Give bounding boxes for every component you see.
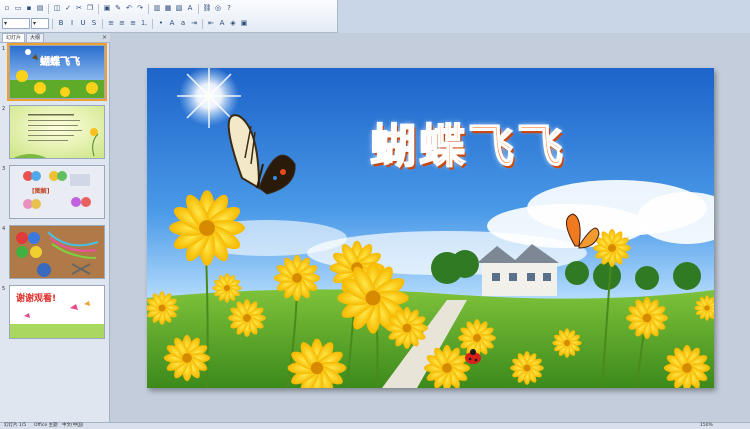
design-icon[interactable]: ◈ [228, 18, 238, 29]
status-zoom[interactable]: 150% [700, 423, 713, 429]
bold-icon[interactable]: B [56, 18, 66, 29]
tab-outline[interactable]: 大纲 [26, 33, 45, 42]
save-icon[interactable]: ▪ [24, 3, 34, 14]
toolbar-row-formatting: ▾ ▾ B I U S ≡ ≡ ≡ ⒈ • Aa ⇥ ⇤ A ◈ ▣ [2, 17, 249, 30]
toolbar-row-standard: ▫ ▭ ▪ ▤ ◫ ✓ ✂ ❐ ▣ ✎ ↶ ↷ ▥ ▦ ▧ A ⛓ ◎? [2, 2, 234, 15]
outdent-icon[interactable]: ⇤ [206, 18, 216, 29]
paste-icon[interactable]: ▣ [102, 3, 112, 14]
slide-number: 5 [2, 286, 6, 292]
slide-thumbnail-row-3[interactable]: 3 [图解] [0, 165, 110, 221]
zoom-icon[interactable]: ◎ [213, 3, 223, 14]
toolbar-separator [202, 18, 203, 29]
toolbar-area: ▫ ▭ ▪ ▤ ◫ ✓ ✂ ❐ ▣ ✎ ↶ ↷ ▥ ▦ ▧ A ⛓ ◎? ▾ ▾ B I U S ≡ ≡ ≡ ⒈ • Aa ⇥ ⇤ A ◈ ▣ [0, 0, 750, 33]
redo-icon[interactable]: ↷ [135, 3, 145, 14]
hyperlink-icon[interactable]: ⛓ [202, 3, 212, 14]
open-icon[interactable]: ▭ [13, 3, 23, 14]
toolbar-separator [102, 18, 103, 29]
slide-thumbnail-4[interactable] [9, 225, 105, 279]
status-slide-info: 幻灯片 1/5 [4, 423, 27, 428]
insert-chart-icon[interactable]: ▥ [152, 3, 162, 14]
print-icon[interactable]: ▤ [35, 3, 45, 14]
slide-thumbnail-row-2[interactable]: 2 [0, 105, 110, 161]
help-icon[interactable]: ? [224, 3, 234, 14]
italic-icon[interactable]: I [67, 18, 77, 29]
preview-icon[interactable]: ◫ [52, 3, 62, 14]
new-slide-icon[interactable]: ▣ [239, 18, 249, 29]
status-bar: 幻灯片 1/5 Office 主题 中文(中国) 150% [0, 422, 750, 429]
thumbnail-title: 谢谢观看! [16, 294, 57, 304]
increase-font-icon[interactable]: A [167, 18, 177, 29]
tab-slides[interactable]: 幻灯片 [2, 33, 26, 42]
wordart-icon[interactable]: A [185, 3, 195, 14]
toolbar-separator [148, 3, 149, 14]
underline-icon[interactable]: U [78, 18, 88, 29]
font-color-icon[interactable]: A [217, 18, 227, 29]
toolbar-separator [198, 3, 199, 14]
font-combo[interactable]: ▾ [31, 18, 49, 29]
bullets-icon[interactable]: • [156, 18, 166, 29]
slide-thumbnail-5[interactable]: 谢谢观看! [9, 285, 105, 339]
slide-number: 3 [2, 166, 6, 172]
slide-thumbnail-row-4[interactable]: 4 [0, 225, 110, 281]
align-left-icon[interactable]: ≡ [106, 18, 116, 29]
shadow-icon[interactable]: S [89, 18, 99, 29]
slide-number: 4 [2, 226, 6, 232]
status-theme: Office 主题 [34, 423, 58, 428]
slide-number: 1 [2, 46, 6, 52]
decrease-font-icon[interactable]: a [178, 18, 188, 29]
toolbar-separator [152, 18, 153, 29]
toolbar-separator [52, 18, 53, 29]
thumbnail-title: [图解] [32, 188, 50, 195]
toolbar-separator [48, 3, 49, 14]
undo-icon[interactable]: ↶ [124, 3, 134, 14]
format-painter-icon[interactable]: ✎ [113, 3, 123, 14]
insert-picture-icon[interactable]: ▧ [174, 3, 184, 14]
panel-tabs: 幻灯片 大纲 × [0, 33, 110, 43]
panel-close-icon[interactable]: × [102, 34, 107, 42]
insert-table-icon[interactable]: ▦ [163, 3, 173, 14]
status-language: 中文(中国) [62, 423, 84, 428]
slide-thumbnail-row-5[interactable]: 5 谢谢观看! [0, 285, 110, 341]
align-center-icon[interactable]: ≡ [117, 18, 127, 29]
toolbar: ▫ ▭ ▪ ▤ ◫ ✓ ✂ ❐ ▣ ✎ ↶ ↷ ▥ ▦ ▧ A ⛓ ◎? ▾ ▾ B I U S ≡ ≡ ≡ ⒈ • Aa ⇥ ⇤ A ◈ ▣ [0, 0, 338, 33]
slide-thumbnail-2[interactable] [9, 105, 105, 159]
slide-canvas[interactable]: 蝴蝶飞飞 [147, 68, 714, 388]
font-combo[interactable]: ▾ [2, 18, 30, 29]
cut-icon[interactable]: ✂ [74, 3, 84, 14]
new-icon[interactable]: ▫ [2, 3, 12, 14]
align-right-icon[interactable]: ≡ [128, 18, 138, 29]
toolbar-separator [98, 3, 99, 14]
slide-thumbnail-3[interactable]: [图解] [9, 165, 105, 219]
indent-icon[interactable]: ⇥ [189, 18, 199, 29]
numbering-icon[interactable]: ⒈ [139, 18, 149, 29]
slide-background-image [147, 68, 714, 388]
thumbnail-title: 蝴蝶飞飞 [40, 57, 80, 68]
spellcheck-icon[interactable]: ✓ [63, 3, 73, 14]
slide-number: 2 [2, 106, 6, 112]
slide-title[interactable]: 蝴蝶飞飞 [343, 122, 593, 170]
slide-editor[interactable]: 蝴蝶飞飞 [110, 33, 750, 422]
slide-thumbnail-1[interactable]: 蝴蝶飞飞 [7, 43, 107, 101]
slide-thumbnail-row-1[interactable]: 1 蝴蝶飞飞 [0, 43, 110, 101]
copy-icon[interactable]: ❐ [85, 3, 95, 14]
slide-panel: 幻灯片 大纲 × 1 蝴蝶飞飞 2 3 [图解] 4 5 谢谢观看! [0, 33, 110, 422]
